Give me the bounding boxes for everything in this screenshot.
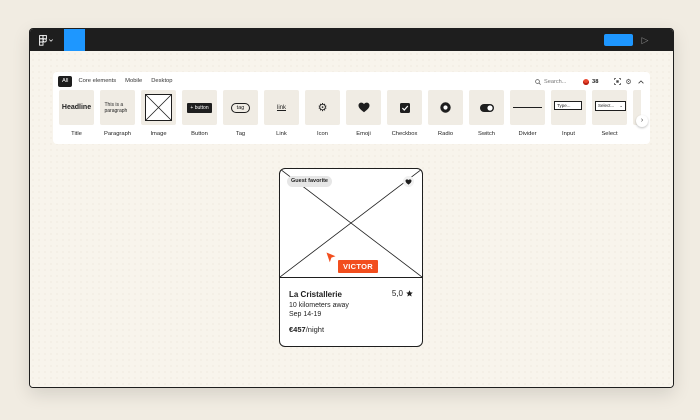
tile-title[interactable]: Headline Title [59, 90, 94, 137]
divider-icon [513, 107, 542, 108]
tile-switch[interactable]: Switch [469, 90, 504, 137]
listing-dates: Sep 14-19 [289, 311, 322, 318]
chevron-down-icon [49, 38, 53, 42]
star-icon [406, 290, 413, 297]
tile-label: Paragraph [103, 131, 132, 137]
favorite-button[interactable] [403, 176, 414, 187]
filter-mobile[interactable]: Mobile [122, 76, 145, 87]
filter-desktop[interactable]: Desktop [148, 76, 175, 87]
chevron-up-icon[interactable] [635, 76, 646, 87]
collaborator-name-tag: VICTOR [338, 260, 378, 273]
active-tool-tab[interactable] [64, 29, 85, 51]
switch-icon [479, 103, 494, 112]
tile-tag[interactable]: tag Tag [223, 90, 258, 137]
tile-select[interactable]: Select... ⌄ Select [592, 90, 627, 137]
tile-label: Radio [437, 131, 454, 137]
figma-menu-button[interactable] [39, 34, 55, 46]
tile-link[interactable]: link Link [264, 90, 299, 137]
design-canvas[interactable]: All Core elements Mobile Desktop 38 ⚙ [30, 51, 673, 387]
components-count: 38 [583, 76, 598, 87]
button-preview: + button [187, 102, 212, 113]
component-tiles: Headline Title This is a paragraph Parag… [59, 90, 641, 140]
select-preview: Select... ⌄ [595, 101, 626, 111]
frame-select-icon[interactable] [612, 76, 623, 87]
headline-preview: Headline [61, 104, 92, 111]
listing-rating: 5,0 [392, 289, 413, 298]
figma-window: ▷ All Core elements Mobile Desktop 38 ⚙ [29, 28, 674, 388]
tile-icon[interactable]: ⚙ Icon [305, 90, 340, 137]
tile-emoji[interactable]: Emoji [346, 90, 381, 137]
count-value: 38 [592, 78, 599, 85]
tile-label: Checkbox [391, 131, 418, 137]
chevron-right-icon: › [640, 117, 644, 124]
heart-icon [405, 178, 412, 185]
price-value: €457 [289, 325, 306, 334]
listing-price: €457/night [289, 325, 324, 334]
top-toolbar: ▷ [30, 29, 673, 51]
link-preview: link [276, 104, 286, 111]
collaborator-cursor-icon [326, 252, 336, 263]
tile-image[interactable]: Image [141, 90, 176, 137]
radio-icon [440, 102, 451, 113]
tile-label: Input [562, 131, 575, 137]
image-placeholder-icon [145, 94, 172, 121]
tile-label: Image [150, 131, 167, 137]
search-icon [535, 78, 541, 85]
components-panel: All Core elements Mobile Desktop 38 ⚙ [53, 72, 650, 144]
chevron-down-icon: ⌄ [619, 103, 623, 108]
component-library-icon [583, 78, 589, 85]
filter-all[interactable]: All [58, 76, 73, 87]
paragraph-preview: This is a paragraph [104, 101, 128, 114]
tile-paragraph[interactable]: This is a paragraph Paragraph [100, 90, 135, 137]
scroll-right-button[interactable]: › [636, 115, 648, 127]
input-preview: Type... [554, 101, 582, 110]
tile-label: Link [276, 131, 287, 137]
tile-divider[interactable]: Divider [510, 90, 545, 137]
tile-label: Title [71, 131, 82, 137]
filter-core-elements[interactable]: Core elements [75, 76, 119, 87]
tag-preview: tag [230, 102, 251, 113]
play-icon[interactable]: ▷ [639, 34, 651, 46]
price-unit: /night [305, 325, 325, 334]
tile-label: Emoji [356, 131, 371, 137]
listing-card[interactable]: Guest favorite La Cristallerie 5,0 10 ki… [279, 168, 423, 347]
tile-checkbox[interactable]: Checkbox [387, 90, 422, 137]
listing-distance: 10 kilometers away [289, 302, 349, 309]
tile-input[interactable]: Type... Input [551, 90, 586, 137]
checkbox-icon [399, 102, 410, 113]
share-button[interactable] [604, 34, 633, 46]
tile-label: Icon [317, 131, 328, 137]
tile-label: Button [191, 131, 208, 137]
tile-label: Tag [235, 131, 246, 137]
gear-icon: ⚙ [317, 102, 328, 114]
guest-favorite-badge: Guest favorite [287, 176, 332, 187]
tile-radio[interactable]: Radio [428, 90, 463, 137]
listing-title: La Cristallerie [289, 290, 342, 299]
tile-label: Divider [518, 131, 537, 137]
search-box[interactable] [535, 76, 575, 87]
tile-button[interactable]: + button Button [182, 90, 217, 137]
gear-icon[interactable]: ⚙ [623, 76, 634, 87]
figma-logo-icon [39, 34, 47, 46]
search-input[interactable] [544, 78, 574, 85]
tile-label: Switch [477, 131, 496, 137]
rating-value: 5,0 [391, 289, 403, 298]
filter-tabs: All Core elements Mobile Desktop [58, 76, 176, 87]
heart-icon [358, 102, 369, 113]
tile-label: Select [601, 131, 618, 137]
